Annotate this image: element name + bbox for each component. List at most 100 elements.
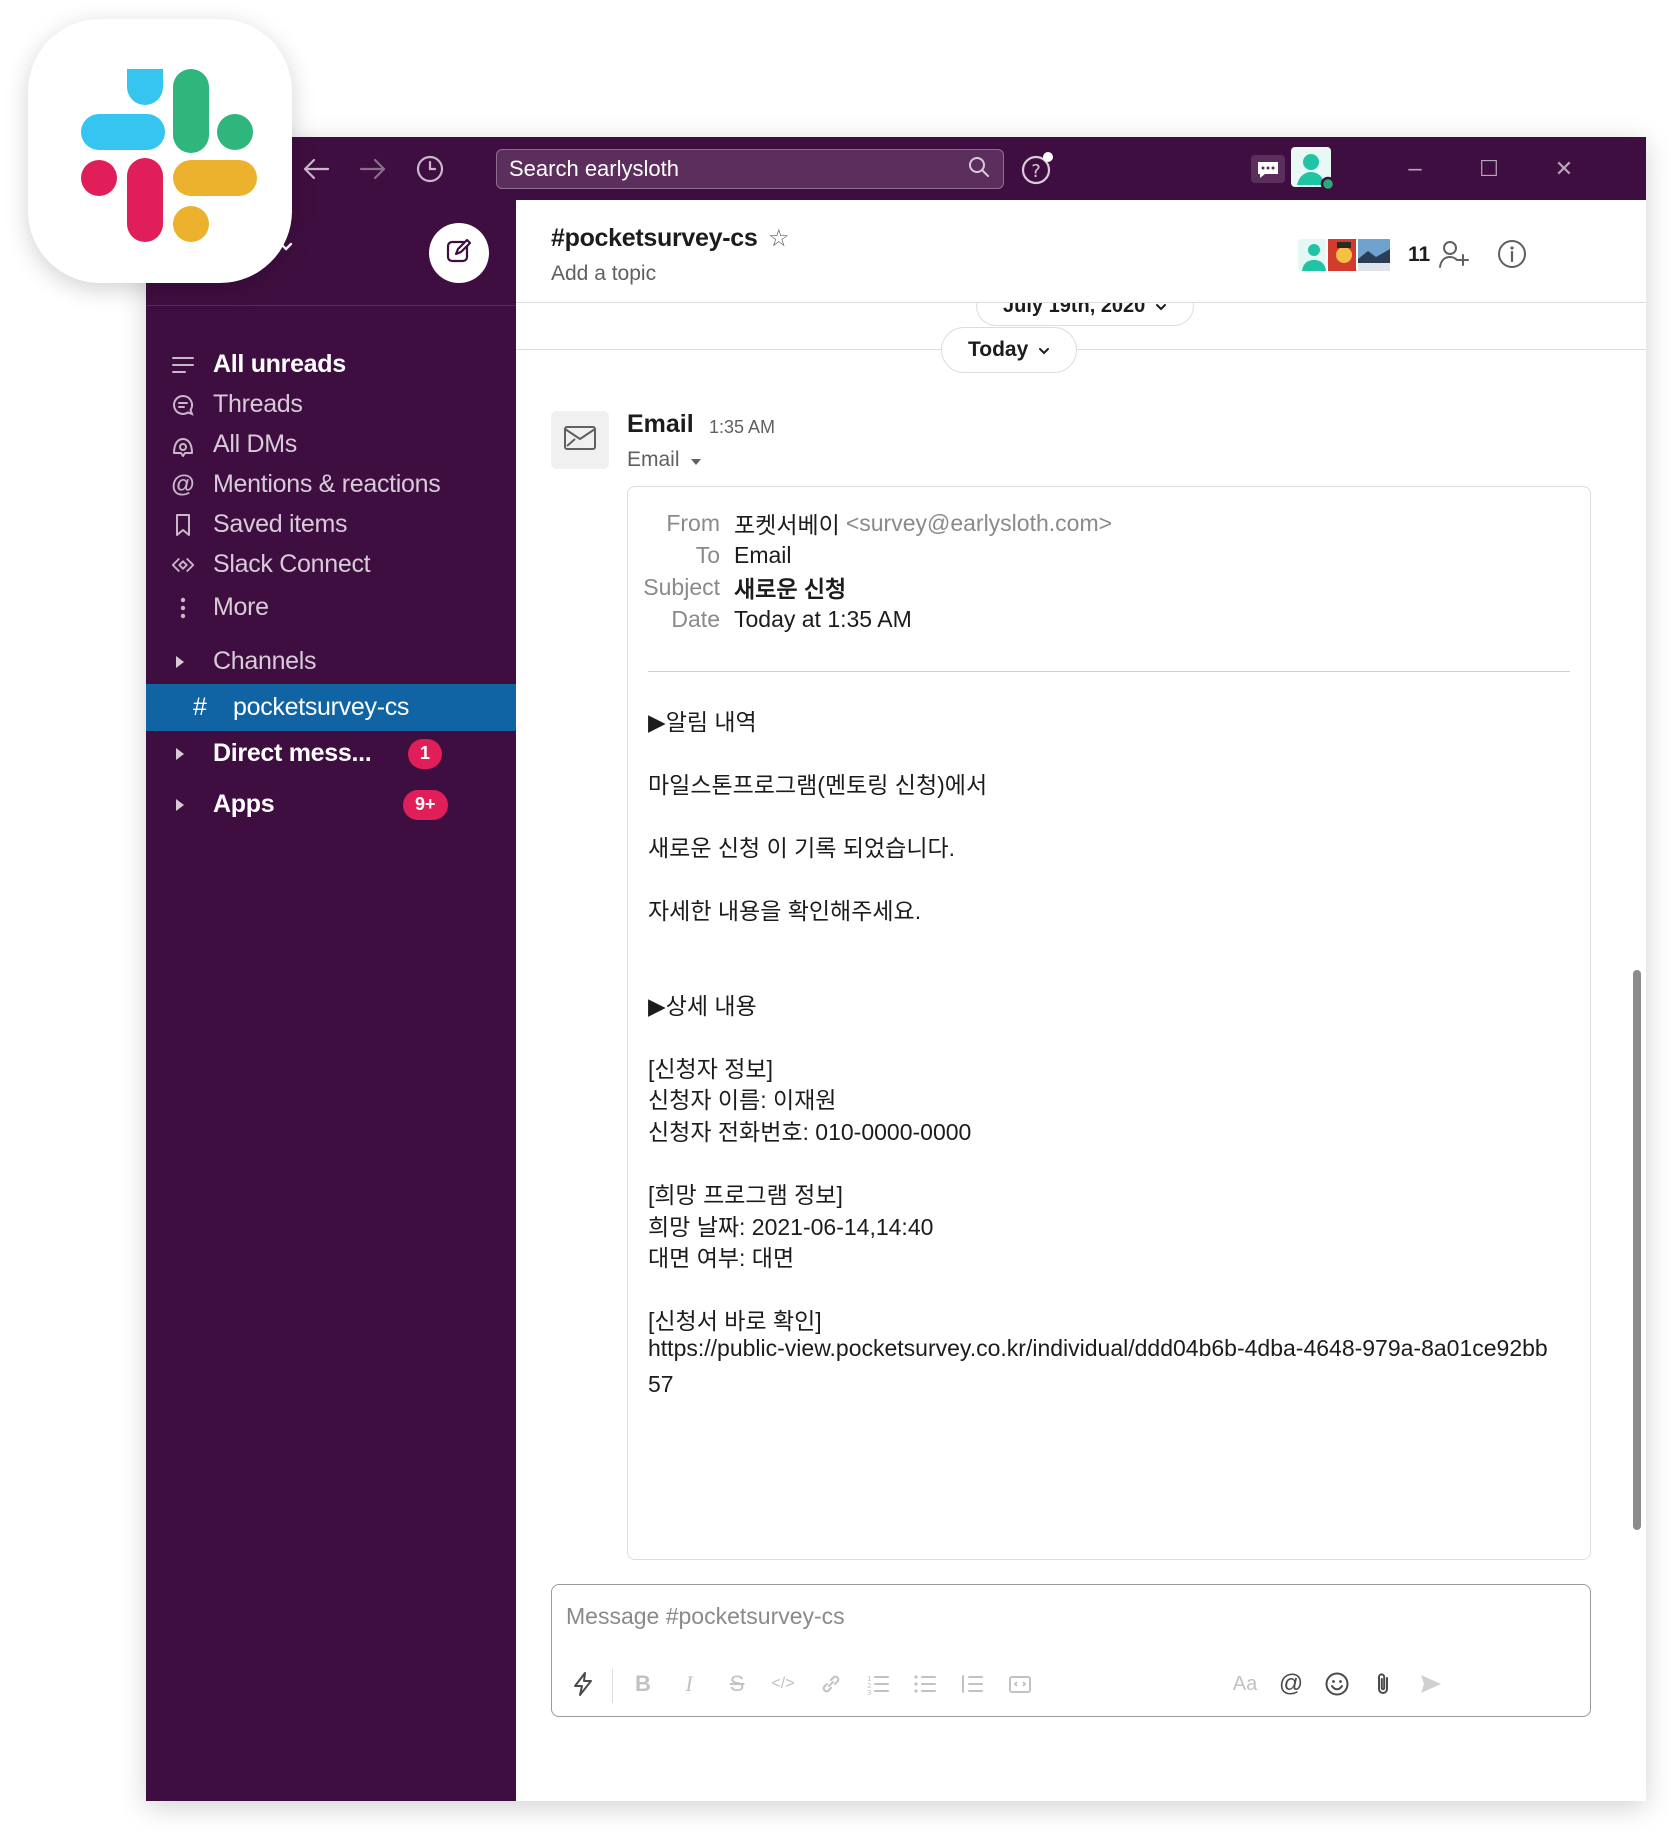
code-icon[interactable]: </> [766,1667,800,1701]
from-email[interactable]: <survey@earlysloth.com> [846,510,1112,537]
sidebar-item-label: More [213,593,269,621]
caret-down-icon [690,448,702,472]
sidebar-item-slack-connect[interactable]: Slack Connect [146,541,516,588]
message-sender[interactable]: Email [627,410,694,439]
email-from-row: From 포켓서베이 <survey@earlysloth.com> [628,506,1112,540]
emoji-icon[interactable] [1320,1667,1354,1701]
email-subject-row: Subject 새로운 신청 [628,570,846,604]
message-input[interactable]: Message #pocketsurvey-cs [566,1603,845,1630]
email-date-row: Date Today at 1:35 AM [628,602,912,636]
to-value: Email [734,541,792,568]
sidebar-section-apps[interactable]: Apps 9+ [146,781,516,828]
meta-key: Subject [643,573,720,600]
strikethrough-icon[interactable]: S [720,1667,754,1701]
minimize-button[interactable]: – [1377,137,1453,200]
email-body-line: [희망 프로그램 정보] [648,1182,843,1208]
sub-sender-label: Email [627,448,680,471]
email-link[interactable]: https://public-view.pocketsurvey.co.kr/i… [648,1330,1548,1402]
sidebar-section-channels[interactable]: Channels [146,638,516,685]
more-icon [170,595,196,621]
channel-label: pocketsurvey-cs [233,693,410,721]
star-icon[interactable]: ☆ [768,224,790,253]
email-body-line: [신청자 정보] [648,1056,773,1082]
meta-key: To [695,541,720,568]
clock-icon[interactable] [410,137,450,200]
compose-button[interactable] [429,223,489,283]
help-icon[interactable]: ? [1016,137,1060,200]
code-block-icon[interactable] [1003,1667,1037,1701]
send-icon[interactable] [1414,1667,1448,1701]
member-list-button[interactable]: 11 [1296,234,1430,276]
channels-label: Channels [213,647,317,675]
email-app-avatar[interactable] [551,411,609,469]
hash-icon: # [193,693,207,721]
bold-icon[interactable]: B [626,1667,660,1701]
slack-logo-icon [28,19,292,283]
email-card: From 포켓서베이 <survey@earlysloth.com> To Em… [627,486,1591,1560]
sidebar-item-label: All DMs [213,430,298,458]
sidebar-channel-pocketsurvey-cs[interactable]: # pocketsurvey-cs [146,684,516,731]
mail-icon [563,424,597,457]
scrollbar[interactable] [1633,970,1641,1530]
search-icon [967,155,991,184]
all-unreads-icon [170,352,196,378]
user-avatar[interactable] [1290,137,1336,200]
apps-label: Apps [213,790,275,818]
sidebar-item-label: Slack Connect [213,550,371,578]
blockquote-icon[interactable] [955,1667,989,1701]
date-pill-today[interactable]: Today [941,327,1078,373]
sidebar-item-label: Threads [213,390,303,418]
message-time[interactable]: 1:35 AM [709,417,775,438]
maximize-button[interactable]: ☐ [1451,137,1527,200]
date-divider [516,349,1646,350]
channel-header: #pocketsurvey-cs ☆ Add a topic 11 [516,200,1646,303]
huddle-chat-icon[interactable] [1248,137,1288,200]
email-body-line: 새로운 신청 이 기록 되었습니다. [648,835,956,861]
direct-messages-label: Direct mess... [213,739,372,767]
email-to-row: To Email [628,538,792,572]
channel-name[interactable]: #pocketsurvey-cs [551,224,758,253]
search-text: Search earlysloth [509,156,679,181]
email-sender-toggle[interactable]: Email [627,448,702,472]
dms-icon [170,432,196,458]
caret-right-icon [176,798,184,811]
sidebar: th All unreads Threads [146,200,516,1801]
message-composer: Message #pocketsurvey-cs B I S </> 123 A… [551,1584,1591,1717]
arrow-right-icon[interactable] [353,137,393,200]
email-body-line: 자세한 내용을 확인해주세요. [648,898,922,924]
info-icon[interactable] [1492,234,1532,274]
formatting-toggle-icon[interactable]: Aa [1228,1667,1262,1701]
email-body-line: 신청자 전화번호: 010-0000-0000 [648,1119,972,1145]
attach-icon[interactable] [1366,1667,1400,1701]
ordered-list-icon[interactable]: 123 [861,1667,895,1701]
italic-icon[interactable]: I [672,1667,706,1701]
from-name: 포켓서베이 [734,512,840,538]
compose-icon [445,237,473,270]
chevron-down-icon [1038,338,1050,362]
caret-right-icon [176,655,184,668]
threads-icon [170,392,196,418]
bookmark-icon [170,512,196,538]
title-bar: Search earlysloth ? – ☐ ✕ [146,137,1646,200]
svg-text:?: ? [1031,161,1041,182]
sidebar-section-direct-messages[interactable]: Direct mess... 1 [146,730,516,777]
channel-view: July 19th, 2020 #pocketsurvey-cs ☆ Add a… [516,200,1646,1801]
subject-value: 새로운 신청 [734,576,847,602]
meta-key: Date [671,605,720,632]
svg-text:3: 3 [867,1689,871,1695]
slack-connect-icon [170,552,196,578]
mention-icon[interactable]: @ [1274,1667,1308,1701]
close-button[interactable]: ✕ [1526,137,1602,200]
add-member-icon[interactable] [1434,234,1474,274]
email-body-line: 마일스톤프로그램(멘토링 신청)에서 [648,772,988,798]
channel-topic[interactable]: Add a topic [551,262,656,286]
member-avatar [1356,237,1392,273]
caret-right-icon [176,747,184,760]
bullet-list-icon[interactable] [908,1667,942,1701]
sidebar-item-more[interactable]: More [146,584,516,631]
search-input[interactable]: Search earlysloth [496,149,1004,189]
date-value: Today at 1:35 AM [734,605,912,632]
link-icon[interactable] [814,1667,848,1701]
arrow-left-icon[interactable] [296,137,336,200]
shortcuts-icon[interactable] [566,1667,600,1701]
